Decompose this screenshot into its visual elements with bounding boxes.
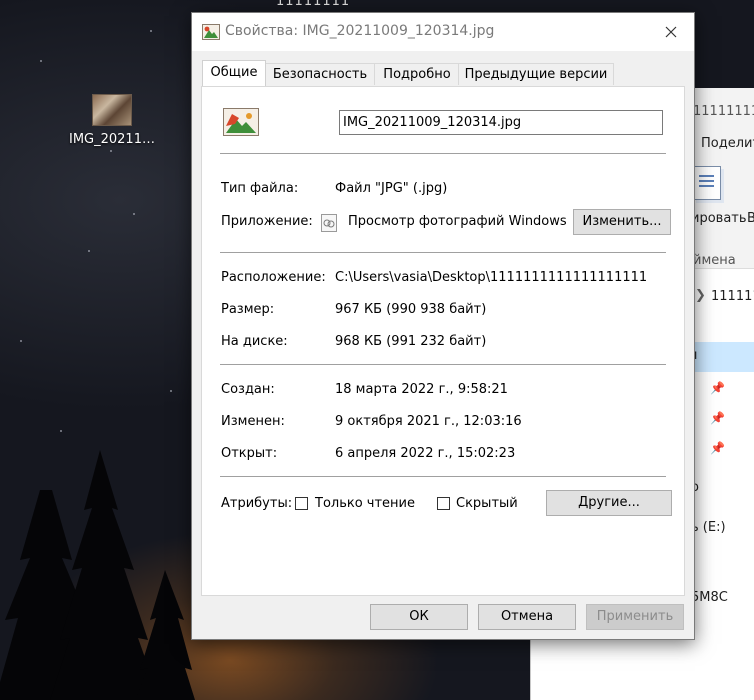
file-name-input[interactable] [339, 110, 663, 135]
ribbon-group-label: ймена [693, 253, 736, 268]
image-file-icon [202, 24, 220, 40]
opened-label: Открыт: [221, 446, 278, 461]
apply-button[interactable]: Применить [586, 604, 684, 630]
created-label: Создан: [221, 382, 275, 397]
app-label: Приложение: [221, 214, 313, 229]
modified-label: Изменен: [221, 414, 285, 429]
location-value: C:\Users\vasia\Desktop\11111111111111111… [335, 270, 648, 285]
chevron-right-icon[interactable]: ❯ [695, 288, 706, 303]
dialog-title: Свойства: IMG_20211009_120314.jpg [225, 23, 495, 39]
desktop-file-icon[interactable]: IMG_20211… [62, 94, 162, 147]
separator [220, 364, 666, 365]
cancel-button[interactable]: Отмена [478, 604, 576, 630]
app-value: Просмотр фотографий Windows [348, 214, 567, 229]
general-panel: Тип файла: Файл "JPG" (.jpg) Приложение:… [201, 86, 685, 596]
location-label: Расположение: [221, 270, 326, 285]
pin-icon[interactable]: 📌 [710, 441, 725, 455]
share-tab[interactable]: Поделит [701, 136, 754, 151]
disk-size-label: На диске: [221, 334, 288, 349]
image-thumbnail-icon [92, 94, 132, 126]
file-type-value: Файл "JPG" (.jpg) [335, 181, 448, 196]
separator [220, 153, 666, 154]
star [150, 30, 152, 32]
image-file-large-icon [223, 108, 259, 136]
explorer-title: 1111111111 [693, 104, 754, 119]
star [60, 430, 62, 432]
tab-details[interactable]: Подробно [374, 63, 460, 85]
separator [220, 476, 666, 477]
tab-general[interactable]: Общие [202, 60, 266, 86]
created-value: 18 марта 2022 г., 9:58:21 [335, 382, 508, 397]
copy-path-icon [693, 166, 721, 200]
pin-icon[interactable]: 📌 [710, 411, 725, 425]
opened-value: 6 апреля 2022 г., 15:02:23 [335, 446, 516, 461]
copy-button-label[interactable]: ировать [691, 211, 747, 226]
size-label: Размер: [221, 302, 275, 317]
photo-viewer-icon [321, 214, 337, 232]
properties-dialog: Свойства: IMG_20211009_120314.jpg Общие … [191, 12, 695, 640]
nav-item-code[interactable]: 5M8C [691, 590, 728, 605]
star [88, 250, 90, 252]
separator [220, 252, 666, 253]
readonly-label[interactable]: Только чтение [315, 496, 415, 511]
star [133, 213, 135, 215]
address-path[interactable]: 111111 [711, 289, 754, 304]
close-button[interactable] [648, 13, 694, 51]
pin-icon[interactable]: 📌 [710, 381, 725, 395]
star [170, 390, 172, 392]
star [20, 340, 22, 342]
tab-security[interactable]: Безопасность [264, 63, 376, 85]
close-icon [665, 26, 677, 38]
tab-previous-versions[interactable]: Предыдущие версии [458, 63, 614, 85]
desktop-folder-label[interactable]: 11111111 [276, 0, 350, 9]
modified-value: 9 октября 2021 г., 12:03:16 [335, 414, 522, 429]
file-type-label: Тип файла: [221, 181, 299, 196]
disk-size-value: 968 КБ (991 232 байт) [335, 334, 487, 349]
change-app-button[interactable]: Изменить... [573, 209, 671, 235]
nav-drive-item[interactable]: ь (E:) [691, 520, 726, 535]
star [110, 150, 112, 152]
size-value: 967 КБ (990 938 байт) [335, 302, 487, 317]
advanced-attributes-button[interactable]: Другие... [546, 490, 672, 516]
hidden-label[interactable]: Скрытый [456, 496, 518, 511]
dialog-titlebar[interactable]: Свойства: IMG_20211009_120314.jpg [192, 13, 694, 51]
ok-button[interactable]: ОК [370, 604, 468, 630]
star [40, 60, 42, 62]
attributes-label: Атрибуты: [221, 496, 293, 511]
copy-button-label-2[interactable]: В [747, 211, 754, 226]
tree-silhouette [0, 450, 195, 700]
desktop-file-label: IMG_20211… [69, 132, 155, 147]
hidden-checkbox[interactable] [437, 497, 450, 510]
readonly-checkbox[interactable] [295, 497, 308, 510]
